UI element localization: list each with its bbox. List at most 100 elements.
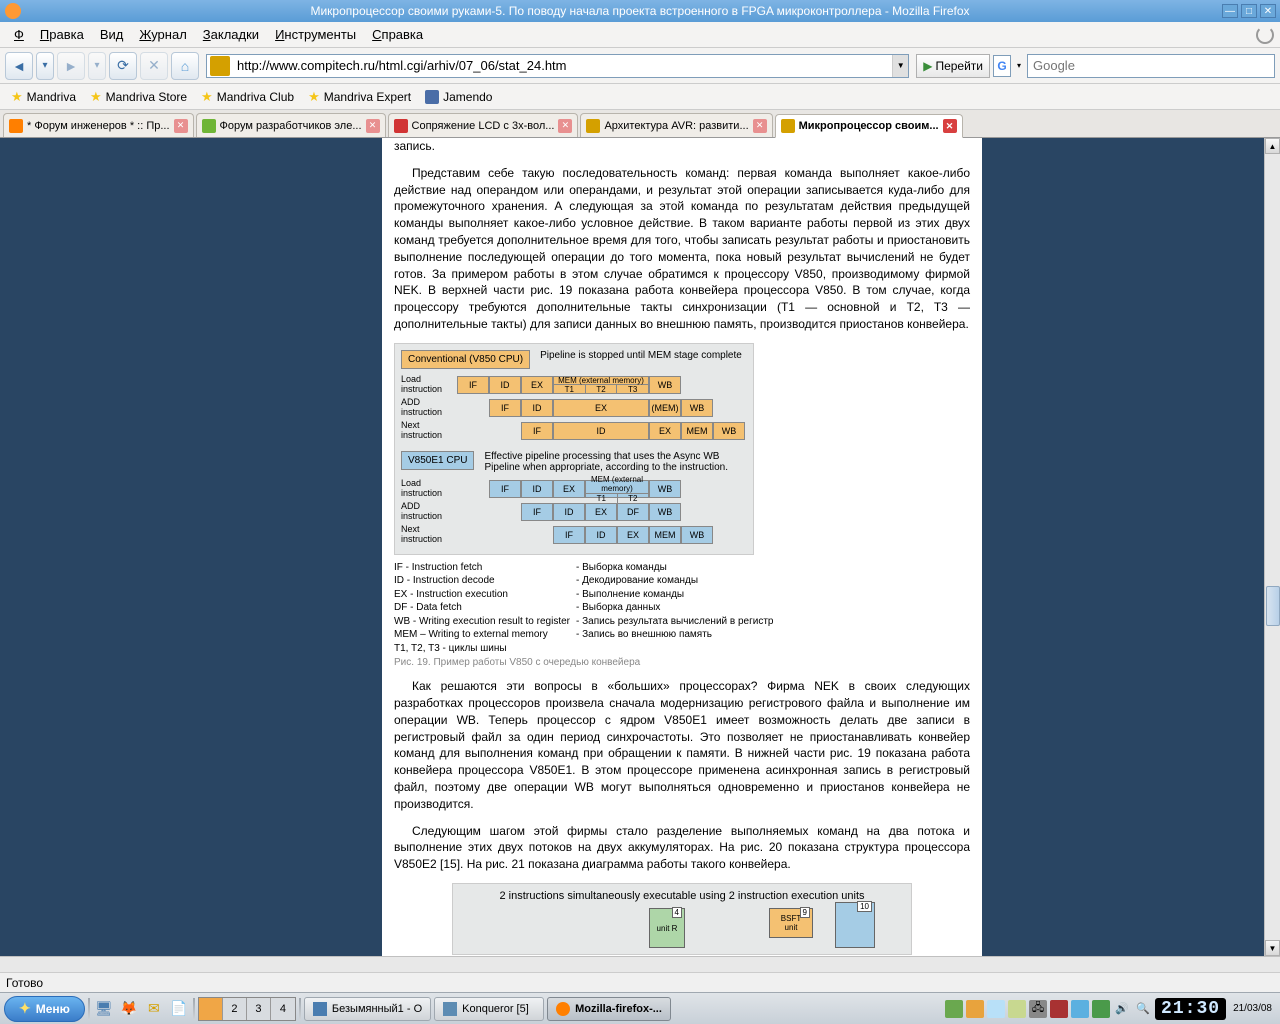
- back-dropdown[interactable]: ▾: [36, 52, 54, 80]
- star-icon: ✦: [19, 1000, 31, 1017]
- bookmark-jamendo[interactable]: Jamendo: [419, 88, 498, 106]
- tray-icon[interactable]: [1071, 1000, 1089, 1018]
- close-button[interactable]: ✕: [1260, 4, 1276, 18]
- tab-lcd[interactable]: Сопряжение LCD с 3х-вол... ✕: [388, 113, 579, 137]
- diagram-legend: IF - Instruction fetch ID - Instruction …: [394, 561, 970, 656]
- reload-button[interactable]: ⟳: [109, 52, 137, 80]
- scroll-up-button[interactable]: ▲: [1265, 138, 1280, 154]
- menu-bookmarks[interactable]: Закладки: [195, 24, 267, 45]
- bookmark-mandriva-club[interactable]: ★Mandriva Club: [195, 87, 300, 107]
- task-konqueror[interactable]: Konqueror [5]: [434, 997, 544, 1021]
- tab-close-icon[interactable]: ✕: [558, 119, 572, 133]
- start-menu-button[interactable]: ✦ Меню: [4, 996, 85, 1022]
- tray-icon[interactable]: [1050, 1000, 1068, 1018]
- menu-edit[interactable]: Правка: [32, 24, 92, 45]
- vertical-scrollbar[interactable]: ▲ ▼: [1264, 138, 1280, 956]
- cpu-badge: V850E1 CPU: [401, 451, 474, 470]
- app-icon: [313, 1002, 327, 1016]
- tab-forum-engineers[interactable]: * Форум инженеров * :: Пр... ✕: [3, 113, 194, 137]
- tray-icon[interactable]: [945, 1000, 963, 1018]
- tray-icon[interactable]: [1008, 1000, 1026, 1018]
- cpu-badge: Conventional (V850 CPU): [401, 350, 530, 369]
- maximize-button[interactable]: □: [1241, 4, 1257, 18]
- desktop-1[interactable]: [199, 998, 223, 1020]
- tab-icon: [394, 119, 408, 133]
- quick-writer[interactable]: 📄: [168, 998, 190, 1020]
- quick-mail[interactable]: ✉: [143, 998, 165, 1020]
- task-openoffice[interactable]: Безымянный1 - O: [304, 997, 431, 1021]
- firefox-icon: [5, 3, 21, 19]
- search-engine-select[interactable]: G: [993, 55, 1011, 77]
- go-button[interactable]: ▶ Перейти: [916, 54, 990, 78]
- desktop-3[interactable]: 3: [247, 998, 271, 1020]
- article-paragraph: Как решаются эти вопросы в «больших» про…: [394, 678, 970, 812]
- system-tray: 🖧 🔊 🔍: [945, 1000, 1152, 1018]
- star-icon: ★: [90, 89, 102, 105]
- task-firefox[interactable]: Mozilla-firefox-...: [547, 997, 671, 1021]
- page-right-margin: [982, 138, 1264, 956]
- home-button[interactable]: ⌂: [171, 52, 199, 80]
- pipeline-diagram: Conventional (V850 CPU) Pipeline is stop…: [394, 343, 970, 669]
- menubar: Ф Правка Вид Журнал Закладки Инструменты…: [0, 22, 1280, 48]
- window-titlebar: Микропроцессор своими руками-5. По повод…: [0, 0, 1280, 22]
- star-icon: ★: [201, 89, 213, 105]
- scroll-thumb[interactable]: [1266, 586, 1280, 626]
- tab-close-icon[interactable]: ✕: [943, 119, 957, 133]
- tab-forum-developers[interactable]: Форум разработчиков эле... ✕: [196, 113, 386, 137]
- tab-avr[interactable]: Архитектура AVR: развити... ✕: [580, 113, 772, 137]
- scroll-down-button[interactable]: ▼: [1265, 940, 1280, 956]
- desktop-2[interactable]: 2: [223, 998, 247, 1020]
- bookmarks-toolbar: ★Mandriva ★Mandriva Store ★Mandriva Club…: [0, 84, 1280, 110]
- v850e2-diagram: 2 instructions simultaneously executable…: [452, 883, 912, 955]
- tray-icon[interactable]: [966, 1000, 984, 1018]
- jamendo-icon: [425, 90, 439, 104]
- taskbar-clock[interactable]: 21:30: [1155, 998, 1226, 1020]
- window-title: Микропроцессор своими руками-5. По повод…: [310, 4, 969, 18]
- star-icon: ★: [308, 89, 320, 105]
- scroll-track[interactable]: [1265, 154, 1280, 940]
- tray-icon[interactable]: 🔍: [1134, 1000, 1152, 1018]
- star-icon: ★: [11, 89, 23, 105]
- forward-button[interactable]: ►: [57, 52, 85, 80]
- back-button[interactable]: ◄: [5, 52, 33, 80]
- bookmark-mandriva-store[interactable]: ★Mandriva Store: [84, 87, 193, 107]
- quick-desktop[interactable]: 🖥: [93, 998, 115, 1020]
- search-input[interactable]: [1027, 54, 1275, 78]
- tray-icon[interactable]: [987, 1000, 1005, 1018]
- app-icon: [443, 1002, 457, 1016]
- tab-close-icon[interactable]: ✕: [753, 119, 767, 133]
- tray-icon[interactable]: [1092, 1000, 1110, 1018]
- tab-icon: [202, 119, 216, 133]
- menu-file[interactable]: Ф: [6, 24, 32, 45]
- virtual-desktop-pager: 2 3 4: [198, 997, 296, 1021]
- tray-volume-icon[interactable]: 🔊: [1113, 1000, 1131, 1018]
- figure-caption: Рис. 19. Пример работы V850 с очередью к…: [394, 657, 970, 668]
- quick-firefox[interactable]: 🦊: [118, 998, 140, 1020]
- page-left-margin: [0, 138, 382, 956]
- article-paragraph: Следующим шагом этой фирмы стало разделе…: [394, 823, 970, 873]
- stop-button[interactable]: ✕: [140, 52, 168, 80]
- menu-help[interactable]: Справка: [364, 24, 431, 45]
- tab-icon: [586, 119, 600, 133]
- url-input[interactable]: [233, 58, 892, 73]
- desktop-4[interactable]: 4: [271, 998, 295, 1020]
- article-paragraph: Представим себе такую последовательность…: [394, 165, 970, 333]
- taskbar-date[interactable]: 21/03/08: [1229, 1003, 1276, 1014]
- tab-close-icon[interactable]: ✕: [366, 119, 380, 133]
- url-dropdown[interactable]: ▼: [892, 55, 908, 77]
- tab-icon: [9, 119, 23, 133]
- site-icon: [210, 56, 230, 76]
- forward-dropdown[interactable]: ▾: [88, 52, 106, 80]
- tab-close-icon[interactable]: ✕: [174, 119, 188, 133]
- menu-history[interactable]: Журнал: [131, 24, 194, 45]
- statusbar: Готово: [0, 972, 1280, 992]
- menu-tools[interactable]: Инструменты: [267, 24, 364, 45]
- bookmark-mandriva[interactable]: ★Mandriva: [5, 87, 82, 107]
- match-mandriva-expert[interactable]: ★Mandriva Expert: [302, 87, 417, 107]
- tab-microprocessor[interactable]: Микропроцессор своим... ✕: [775, 114, 963, 138]
- horizontal-scrollbar[interactable]: [0, 956, 1280, 972]
- tray-icon[interactable]: 🖧: [1029, 1000, 1047, 1018]
- minimize-button[interactable]: —: [1222, 4, 1238, 18]
- menu-view[interactable]: Вид: [92, 24, 132, 45]
- tab-bar: * Форум инженеров * :: Пр... ✕ Форум раз…: [0, 110, 1280, 138]
